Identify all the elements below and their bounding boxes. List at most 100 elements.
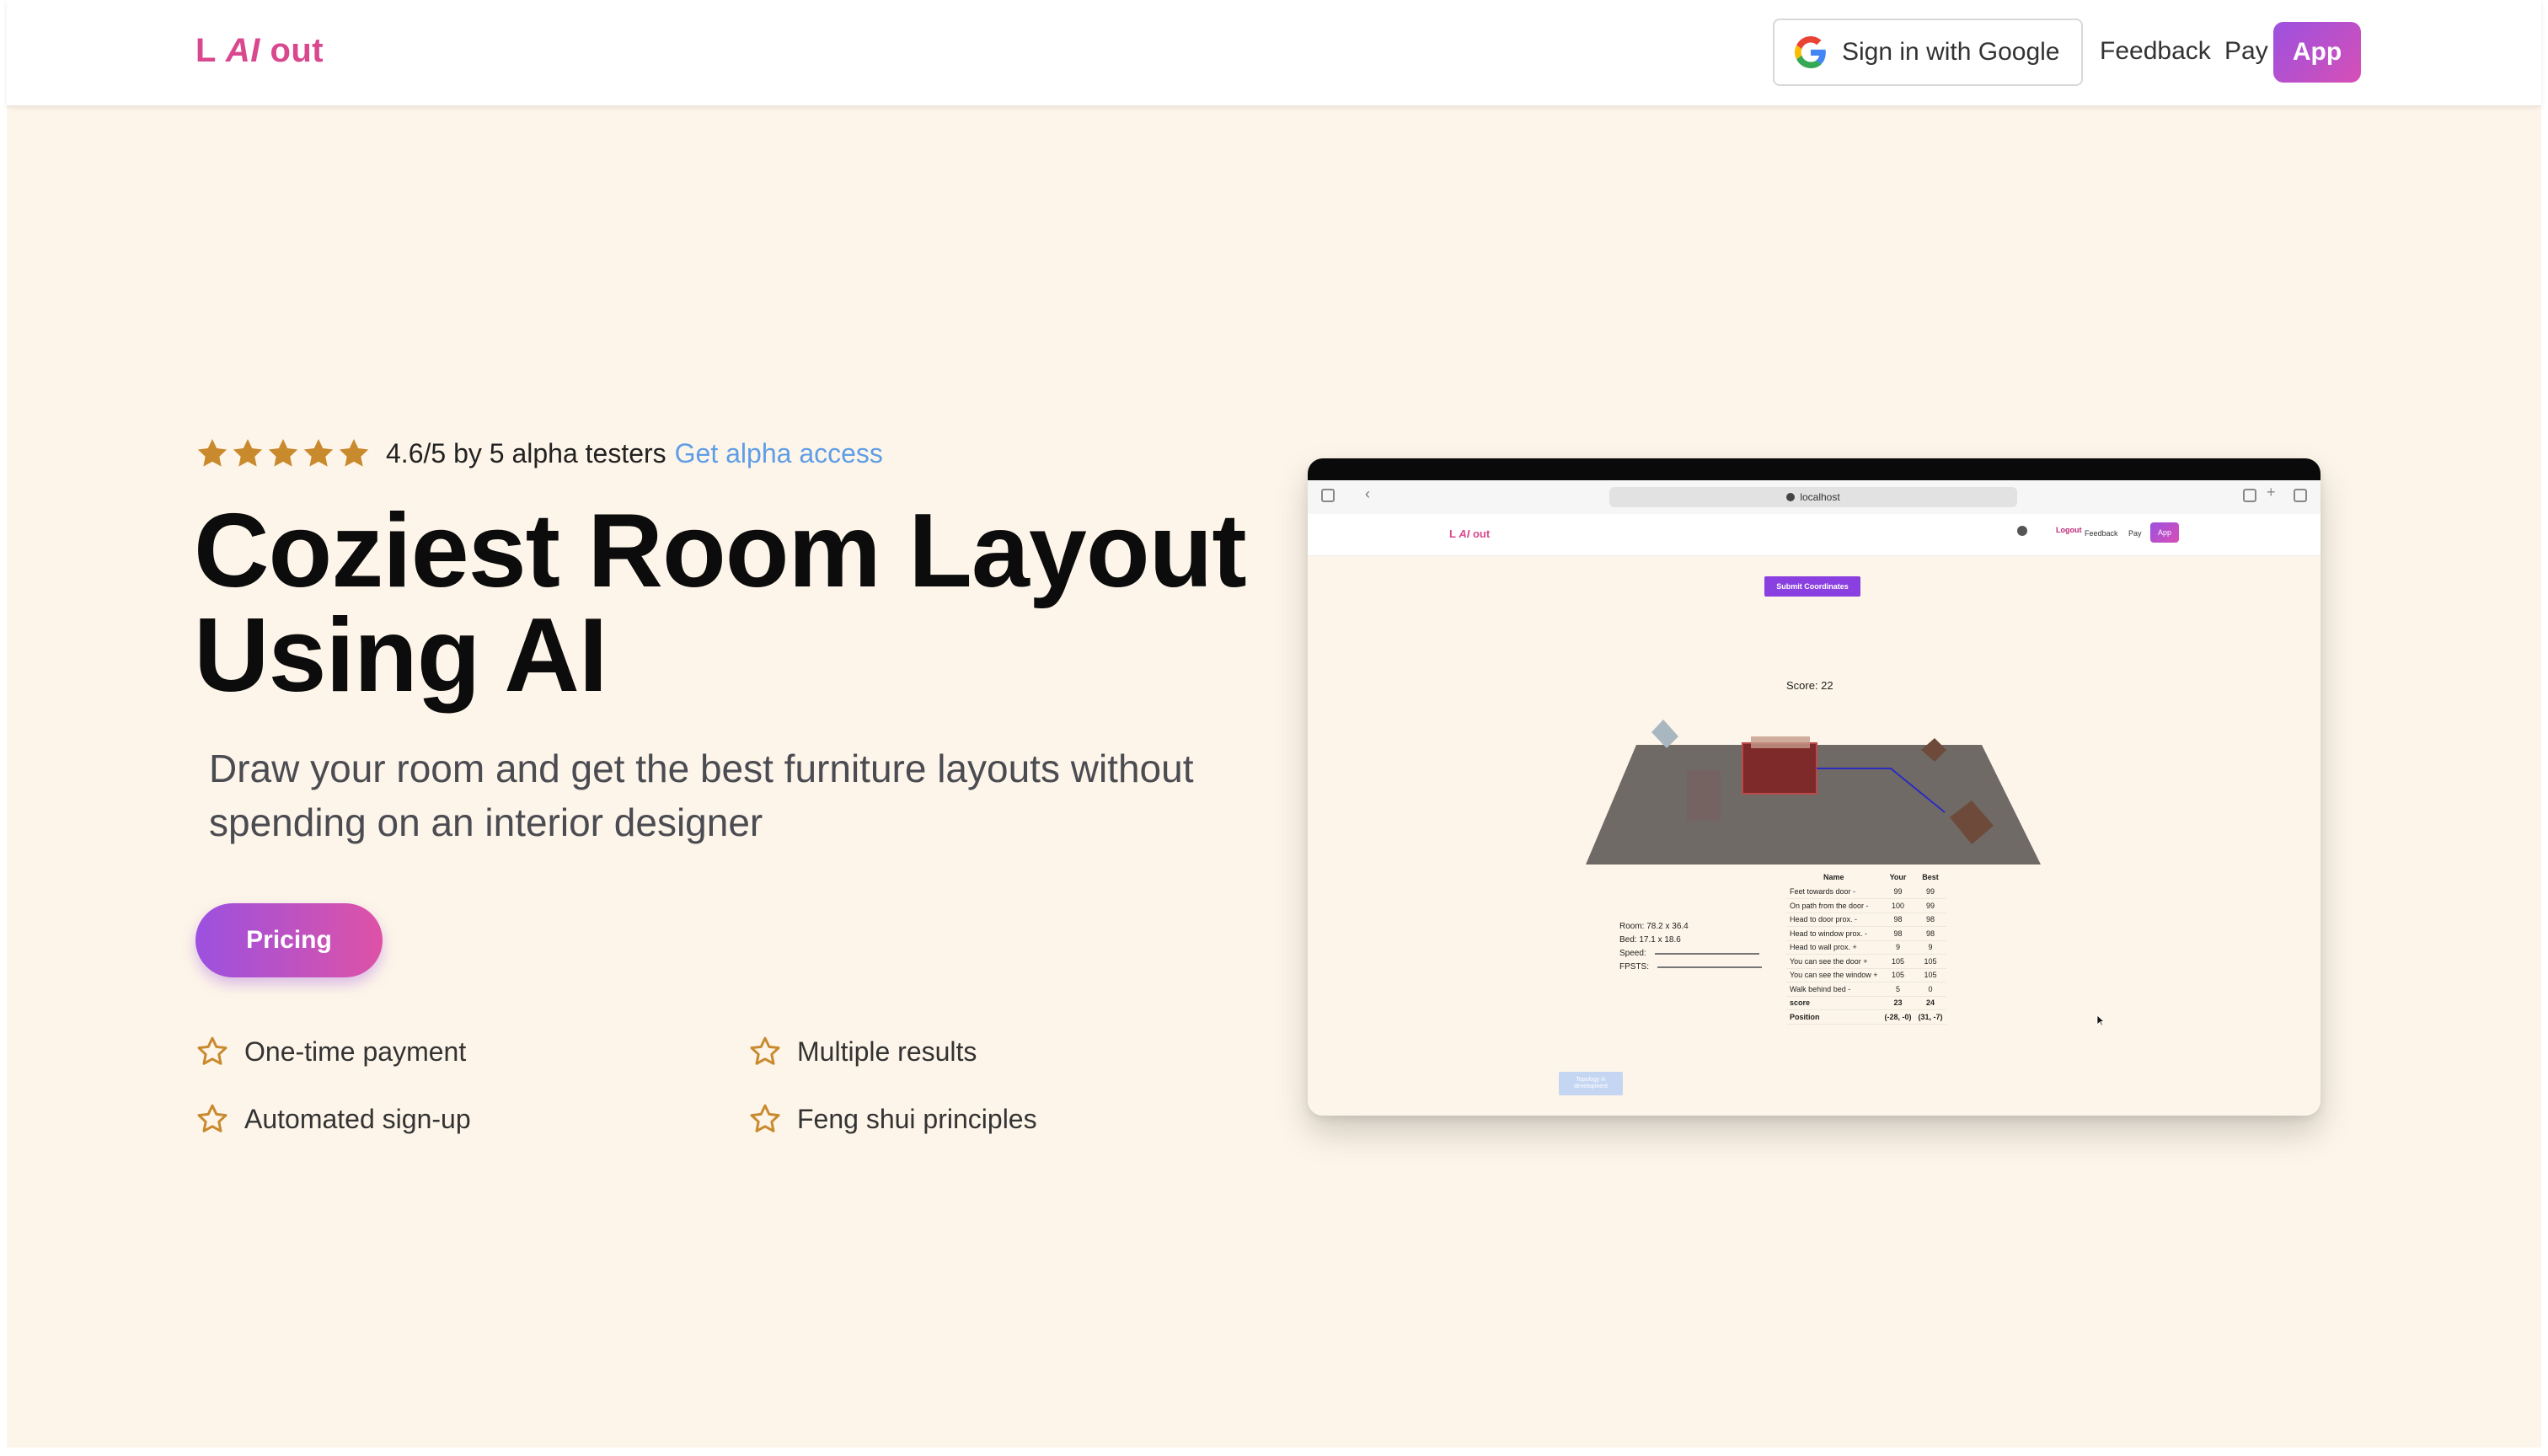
feature-label: Automated sign-up: [244, 1103, 471, 1134]
preview-score: Score: 22: [1786, 679, 1833, 692]
star-filled-icon: [233, 439, 263, 467]
table-cell: 99: [1914, 898, 1946, 913]
table-row: On path from the door -100 99: [1786, 898, 1946, 913]
app-button[interactable]: App: [2273, 22, 2361, 83]
table-cell: score: [1786, 996, 1882, 1010]
table-cell: 105: [1914, 954, 1946, 969]
fpsts-label: FPSTS:: [1619, 962, 1650, 972]
star-outline-icon: [197, 1104, 228, 1132]
table-cell: Head to door prox. -: [1786, 913, 1882, 927]
new-tab-icon: +: [2267, 484, 2276, 500]
feature-item: Multiple results: [748, 1035, 977, 1068]
table-cell: 23: [1881, 996, 1915, 1010]
table-cell: 105: [1881, 968, 1915, 982]
bed-size-text: Bed: 17.1 x 18.6: [1619, 935, 1681, 945]
furniture-shadow: [1687, 770, 1721, 821]
table-cell: Head to window prox. -: [1786, 926, 1882, 941]
table-row: Head to door prox. -98 98: [1786, 913, 1946, 927]
star-filled-icon: [339, 439, 369, 467]
table-cell: 24: [1914, 996, 1946, 1010]
alpha-access-link[interactable]: Get alpha access: [675, 438, 883, 469]
preview-room-stats: Room: 78.2 x 36.4 Bed: 17.1 x 18.6 Speed…: [1619, 920, 1763, 974]
share-icon: [2243, 489, 2256, 502]
table-cell: 0: [1914, 982, 1946, 997]
table-row: Head to window prox. -98 98: [1786, 926, 1946, 941]
fpsts-bar: [1657, 966, 1763, 968]
nav-pay[interactable]: Pay: [2224, 37, 2268, 66]
tabs-icon: [2294, 489, 2307, 502]
table-cell: 98: [1881, 926, 1915, 941]
room-3d-scene: [1586, 720, 2041, 864]
feature-label: One-time payment: [244, 1036, 467, 1067]
top-navbar: L AI out Sign in with Google Feedback Pa…: [7, 0, 2541, 106]
table-row: Head to wall prox. +9 9: [1786, 940, 1946, 955]
page-title: Coziest Room Layout Using AI: [194, 493, 1247, 714]
preview-url-text: localhost: [1800, 491, 1840, 503]
star-outline-icon: [197, 1036, 228, 1065]
site-logo[interactable]: L AI out: [195, 32, 324, 70]
window-object: [1651, 720, 1678, 748]
star-filled-icon: [197, 439, 228, 467]
nav-feedback[interactable]: Feedback: [2100, 37, 2211, 66]
table-row: You can see the window +105 105: [1786, 968, 1946, 982]
google-signin-label: Sign in with Google: [1842, 38, 2060, 66]
bed-object: [1742, 742, 1817, 795]
rating-text: 4.6/5 by 5 alpha testers: [386, 437, 666, 468]
avatar: [2017, 526, 2027, 536]
page-subtitle: Draw your room and get the best furnitur…: [209, 747, 1194, 844]
feature-label: Feng shui principles: [797, 1103, 1037, 1134]
table-cell: 105: [1881, 954, 1915, 969]
star-filled-icon: [268, 439, 298, 467]
mouse-cursor-icon: [2096, 1014, 2105, 1026]
preview-logo: L AI out: [1449, 527, 1491, 540]
table-cell: 99: [1914, 885, 1946, 899]
preview-url-bar: localhost: [1609, 487, 2017, 507]
preview-browser-chrome: ‹ localhost +: [1308, 480, 2320, 514]
feature-label: Multiple results: [797, 1036, 977, 1067]
speed-label: Speed:: [1619, 949, 1646, 958]
table-row: Feet towards door -99 99: [1786, 885, 1946, 899]
pillow-object: [1751, 736, 1810, 748]
star-outline-icon: [750, 1104, 780, 1132]
sidebar-icon: [1321, 489, 1335, 502]
table-cell: 100: [1881, 898, 1915, 913]
table-cell: Position: [1786, 1009, 1882, 1025]
preview-logout: Logout: [2056, 526, 2082, 534]
table-row: Walk behind bed -50: [1786, 982, 1946, 997]
feature-item: Feng shui principles: [748, 1102, 1037, 1136]
table-cell: (31, -7): [1914, 1009, 1946, 1025]
pricing-button[interactable]: Pricing: [195, 903, 383, 977]
table-row: You can see the door +105 105: [1786, 954, 1946, 969]
star-filled-icon: [303, 439, 334, 467]
rating-stars: [195, 436, 371, 470]
table-cell: Head to wall prox. +: [1786, 940, 1882, 955]
google-signin-button[interactable]: Sign in with Google: [1773, 19, 2083, 86]
preview-submit-button: Submit Coordinates: [1764, 576, 1860, 597]
table-cell: Feet towards door -: [1786, 885, 1882, 899]
feature-item: Automated sign-up: [195, 1102, 471, 1136]
table-cell: 5: [1881, 982, 1915, 997]
table-header: Best: [1922, 873, 1939, 881]
speed-bar: [1654, 953, 1759, 955]
back-icon: ‹: [1365, 485, 1370, 502]
preview-disabled-button: Topology in development: [1559, 1072, 1623, 1095]
google-icon: [1795, 36, 1826, 68]
table-cell: 99: [1881, 885, 1915, 899]
table-header: Your: [1889, 873, 1907, 881]
table-row: score 23 24: [1786, 996, 1946, 1010]
preview-pay: Pay: [2128, 529, 2142, 538]
table-cell: 9: [1881, 940, 1915, 955]
table-cell: You can see the door +: [1786, 954, 1882, 969]
table-cell: 9: [1914, 940, 1946, 955]
table-cell: You can see the window +: [1786, 968, 1882, 982]
preview-feedback: Feedback: [2085, 529, 2118, 538]
preview-top-bar: [1308, 458, 2320, 480]
room-size-text: Room: 78.2 x 36.4: [1619, 922, 1689, 931]
table-header: Name: [1823, 873, 1844, 881]
table-cell: 98: [1914, 913, 1946, 927]
table-cell: (-28, -0): [1881, 1009, 1915, 1025]
table-cell: 105: [1914, 968, 1946, 982]
preview-score-table: Name Your Best Feet towards door -99 99 O…: [1786, 873, 1946, 1025]
table-cell: On path from the door -: [1786, 898, 1882, 913]
table-row: Position (-28, -0) (31, -7): [1786, 1009, 1946, 1025]
